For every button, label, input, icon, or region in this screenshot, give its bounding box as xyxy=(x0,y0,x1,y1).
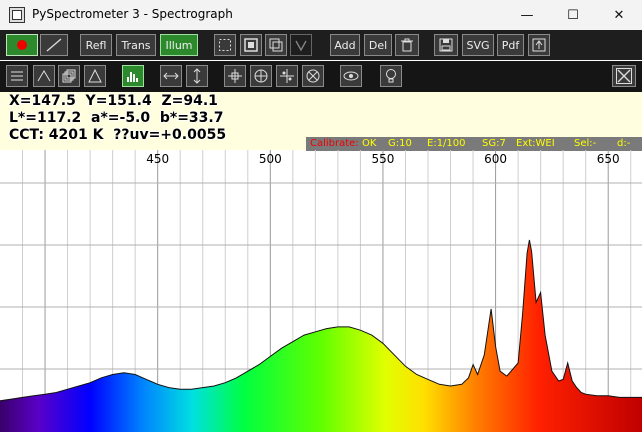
select-region-button[interactable] xyxy=(214,34,236,56)
gain-status: G:10 xyxy=(388,138,412,149)
triangle-icon xyxy=(88,69,102,83)
status-bar: Calibrate: OK G:10 E:1/100 SG:7 Ext:WEI … xyxy=(306,137,642,151)
peak-button[interactable] xyxy=(33,65,55,87)
cct-readout: CCT: 4201 K ??uv=+0.0055 xyxy=(9,127,227,143)
window-titlebar: PySpectrometer 3 - Spectrograph — ☐ ✕ xyxy=(0,0,642,30)
menu-icon xyxy=(11,71,23,81)
trash-icon xyxy=(401,38,413,52)
illum-button[interactable]: Illum xyxy=(160,34,198,56)
trash-button[interactable] xyxy=(395,34,419,56)
x-tick-labels: 450 500 550 600 650 xyxy=(146,152,619,166)
window-title: PySpectrometer 3 - Spectrograph xyxy=(32,7,233,21)
calibrate-status: OK xyxy=(362,138,377,149)
bar-chart-icon xyxy=(127,72,138,82)
v-icon xyxy=(295,40,307,52)
crosshair-button[interactable] xyxy=(224,65,246,87)
app-icon xyxy=(9,7,25,23)
trans-button[interactable]: Trans xyxy=(116,34,156,56)
fit-vertical-button[interactable] xyxy=(186,65,208,87)
menu-button[interactable] xyxy=(6,65,28,87)
save-icon xyxy=(439,38,453,52)
maximize-button[interactable]: ☐ xyxy=(550,0,596,30)
target-button[interactable] xyxy=(250,65,272,87)
layers-button[interactable] xyxy=(58,65,80,87)
reticle-button[interactable] xyxy=(302,65,324,87)
close-panel-button[interactable] xyxy=(612,65,636,87)
upload-icon xyxy=(532,38,546,52)
add-button[interactable]: Add xyxy=(330,34,360,56)
horizontal-arrows-icon xyxy=(163,72,179,80)
sel-status: Sel:- xyxy=(574,138,597,149)
eye-button[interactable] xyxy=(340,65,362,87)
x-tick-label: 600 xyxy=(484,152,507,166)
line-tool-button[interactable] xyxy=(40,34,68,56)
crosshair-dots-button[interactable] xyxy=(276,65,298,87)
frame-icon xyxy=(244,38,258,52)
line-icon xyxy=(46,38,62,52)
dashed-rect-icon xyxy=(219,39,231,51)
export-pdf-button[interactable]: Pdf xyxy=(497,34,524,56)
copy-icon xyxy=(269,38,283,52)
layers-icon xyxy=(62,69,76,83)
fit-horizontal-button[interactable] xyxy=(160,65,182,87)
record-icon xyxy=(17,40,27,50)
xyz-readout: X=147.5 Y=151.4 Z=94.1 xyxy=(9,93,218,109)
ext-status: Ext:WEI xyxy=(516,138,555,149)
toolbar-secondary xyxy=(0,61,642,92)
close-icon xyxy=(616,68,632,84)
refl-button[interactable]: Refl xyxy=(80,34,112,56)
bulb-icon xyxy=(386,69,396,83)
triangle-button[interactable] xyxy=(84,65,106,87)
caret-up-icon xyxy=(37,70,51,82)
lab-readout: L*=117.2 a*=-5.0 b*=33.7 xyxy=(9,110,224,126)
minimize-button[interactable]: — xyxy=(504,0,550,30)
vertical-arrows-icon xyxy=(193,68,201,84)
upload-button[interactable] xyxy=(528,34,550,56)
target-icon xyxy=(254,69,268,83)
x-tick-label: 650 xyxy=(597,152,620,166)
copy-frame-button[interactable] xyxy=(265,34,287,56)
record-button[interactable] xyxy=(6,34,38,56)
bulb-button[interactable] xyxy=(380,65,402,87)
spectrum-chart[interactable]: 450 500 550 600 650 xyxy=(0,150,642,432)
export-svg-button[interactable]: SVG xyxy=(462,34,494,56)
exposure-status: E:1/100 xyxy=(427,138,466,149)
eye-icon xyxy=(343,71,359,81)
peak-marker-button[interactable] xyxy=(290,34,312,56)
calibrate-label: Calibrate: xyxy=(310,138,359,149)
del-button[interactable]: Del xyxy=(364,34,392,56)
x-tick-label: 450 xyxy=(146,152,169,166)
x-tick-label: 500 xyxy=(259,152,282,166)
frame-button[interactable] xyxy=(240,34,262,56)
reticle-icon xyxy=(306,69,320,83)
bars-button[interactable] xyxy=(122,65,144,87)
close-window-button[interactable]: ✕ xyxy=(596,0,642,30)
save-button[interactable] xyxy=(434,34,458,56)
crosshair-icon xyxy=(228,69,242,83)
d-status: d:- xyxy=(617,138,631,149)
crosshair-dots-icon xyxy=(280,69,294,83)
toolbar-main: Refl Trans Illum Add Del SVG Pdf xyxy=(0,30,642,60)
x-tick-label: 550 xyxy=(371,152,394,166)
sg-status: SG:7 xyxy=(482,138,506,149)
